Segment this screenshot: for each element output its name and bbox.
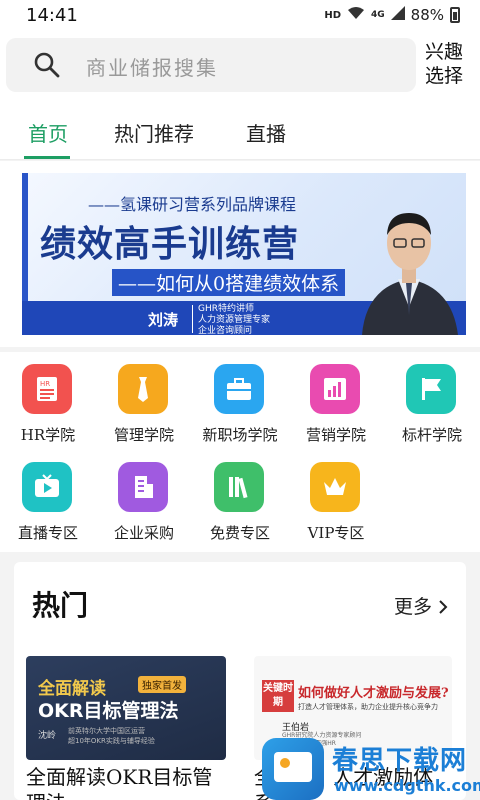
wifi-icon [347,6,365,24]
search-placeholder: 商业储报搜集 [86,56,218,80]
status-bar: 14:41 HD 4G 88% [0,0,480,32]
briefcase-icon [214,364,264,414]
category-label: 标杆学院 [401,426,462,444]
tab-home[interactable]: 首页 [28,118,68,147]
watermark-url: www.cdgthk.com [334,776,480,795]
tie-icon [118,364,168,414]
category-label: VIP专区 [307,524,365,542]
active-tab-indicator [24,156,70,159]
category-label: 免费专区 [209,524,270,542]
tab-hot-recommend[interactable]: 热门推荐 [114,118,194,147]
svg-text:HR: HR [40,380,50,388]
category-label: 直播专区 [17,524,78,542]
books-icon [214,462,264,512]
banner-speaker-info: GHR特约讲师 人力资源管理专家 企业咨询顾问 [198,304,271,335]
site-watermark: 春思下载网 www.cdgthk.com [262,738,480,800]
chevron-right-icon [439,600,448,614]
category-vip-zone[interactable]: VIP专区 [288,450,384,546]
tab-live[interactable]: 直播 [246,118,286,147]
search-icon [34,52,60,78]
category-benchmark-college[interactable]: 标杆学院 [384,352,480,448]
crown-icon [310,462,360,512]
tab-bar: 首页 热门推荐 直播 [0,100,480,160]
more-link[interactable]: 更多 [394,592,448,619]
flag-icon [406,364,456,414]
building-icon [118,462,168,512]
network-label: 4G [371,10,385,20]
banner-divider [192,305,193,333]
category-enterprise-purchase[interactable]: 企业采购 [96,450,192,546]
course-thumbnail-okr[interactable]: 全面解读 独家首发 OKR目标管理法 沈岭 前英特尔大学中国区运营 超10年OK… [26,656,226,760]
status-icons: HD 4G 88% [324,6,460,24]
banner-tagline: ——如何从0搭建绩效体系 [112,269,346,296]
watermark-brand: 春思下载网 [332,746,468,776]
category-label: 营销学院 [305,426,366,444]
top-bar: 商业储报搜集 兴趣选择 [0,32,480,100]
banner-speaker-name: 刘涛 [148,311,179,329]
category-grid: HR HR学院 管理学院 新职场学院 营销学院 标杆学院 直播专区 企业采购 免… [0,352,480,552]
hd-label: HD [324,9,341,21]
category-free-zone[interactable]: 免费专区 [192,450,288,546]
status-time: 14:41 [26,5,78,26]
category-live-zone[interactable]: 直播专区 [0,450,96,546]
interest-select-button[interactable]: 兴趣选择 [425,40,475,88]
speaker-photo [362,213,458,335]
banner-subtitle: ——氢课研习营系列品牌课程 [88,195,297,214]
category-marketing-college[interactable]: 营销学院 [288,352,384,448]
hr-doc-icon: HR [22,364,72,414]
category-label: 管理学院 [113,426,174,444]
category-management-college[interactable]: 管理学院 [96,352,192,448]
category-hr-college[interactable]: HR HR学院 [0,352,96,448]
category-label: 企业采购 [113,524,174,542]
promo-banner[interactable]: ——氢课研习营系列品牌课程 绩效高手训练营 ——如何从0搭建绩效体系 刘涛 GH… [22,173,466,335]
category-label: 新职场学院 [202,426,278,444]
signal-icon [390,6,405,24]
tv-icon [22,462,72,512]
category-label: HR学院 [20,426,76,444]
battery-percent: 88% [410,6,444,24]
category-new-workplace-college[interactable]: 新职场学院 [192,352,288,448]
chart-icon [310,364,360,414]
battery-icon [450,7,460,23]
course-title[interactable]: 全面解读OKR目标管理法 [26,764,226,800]
section-title: 热门 [32,589,89,622]
watermark-logo-icon [262,738,324,800]
banner-title: 绩效高手训练营 [40,223,300,265]
banner-section: ——氢课研习营系列品牌课程 绩效高手训练营 ——如何从0搭建绩效体系 刘涛 GH… [0,161,480,347]
search-bar[interactable]: 商业储报搜集 [6,38,416,92]
